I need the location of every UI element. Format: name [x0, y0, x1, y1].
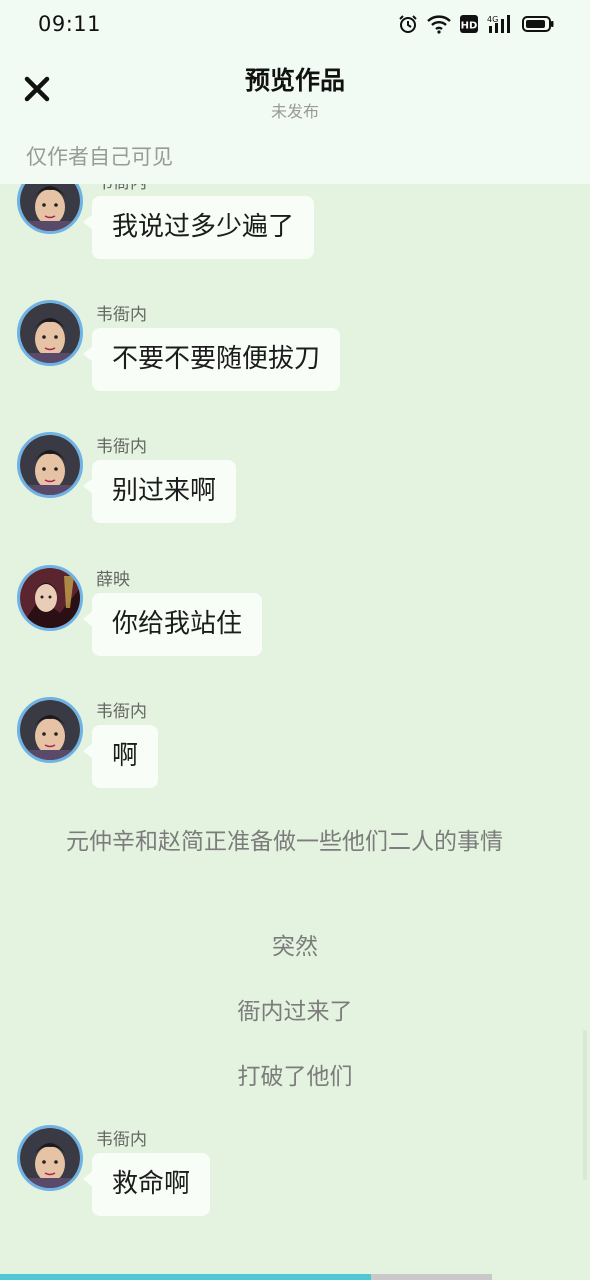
sender-name: 韦衙内	[96, 305, 147, 325]
scrollbar[interactable]	[583, 1030, 587, 1180]
wifi-icon	[427, 14, 451, 34]
avatar[interactable]	[17, 432, 83, 498]
narration-line: 衙内过来了	[237, 999, 353, 1025]
avatar[interactable]	[17, 184, 83, 234]
message-bubble[interactable]: 救命啊	[82, 1153, 211, 1216]
hd-icon: HD	[460, 14, 478, 34]
reading-progress-fill	[0, 1274, 372, 1280]
svg-text:4G: 4G	[487, 15, 498, 24]
avatar[interactable]	[17, 300, 83, 366]
narration-paragraph: 元仲辛和赵简正准备做一些他们二人的事情	[66, 829, 503, 855]
sender-name: 韦衙内	[96, 702, 147, 722]
page-title: 预览作品	[244, 66, 345, 95]
sender-name: 韦衙内	[96, 437, 147, 457]
avatar[interactable]	[17, 697, 83, 763]
message-bubble[interactable]: 我说过多少遍了	[82, 196, 315, 259]
publish-status: 未发布	[270, 102, 319, 121]
status-icons: HD 4G	[398, 14, 554, 34]
svg-text:HD: HD	[461, 21, 478, 32]
sender-name: 韦衙内	[96, 1130, 147, 1150]
message-bubble[interactable]: 不要不要随便拔刀	[82, 328, 341, 391]
status-bar: 09:11 HD 4G	[0, 0, 590, 52]
avatar[interactable]	[17, 565, 83, 631]
message-bubble[interactable]: 啊	[82, 725, 159, 788]
message-bubble[interactable]: 你给我站住	[82, 593, 263, 656]
narration-line: 打破了他们	[237, 1064, 353, 1090]
chat-feed[interactable]: 韦衙内 我说过多少遍了 韦衙内 不要不要随便拔刀 韦衙内 别过来啊 薛映 你给我…	[0, 184, 590, 1274]
message-bubble[interactable]: 别过来啊	[82, 460, 237, 523]
reading-progress-bar	[0, 1274, 492, 1280]
avatar[interactable]	[17, 1125, 83, 1191]
signal-4g-icon: 4G	[487, 14, 513, 34]
battery-icon	[522, 14, 554, 34]
sender-name: 韦衙内	[96, 184, 147, 193]
narration-line: 突然	[272, 934, 318, 960]
sender-name: 薛映	[96, 570, 130, 590]
visibility-note: 仅作者自己可见	[26, 145, 173, 169]
alarm-icon	[398, 14, 418, 34]
status-time: 09:11	[38, 12, 102, 36]
top-bar: 09:11 HD 4G 预览作品 未发布 仅作者自己可见	[0, 0, 590, 184]
